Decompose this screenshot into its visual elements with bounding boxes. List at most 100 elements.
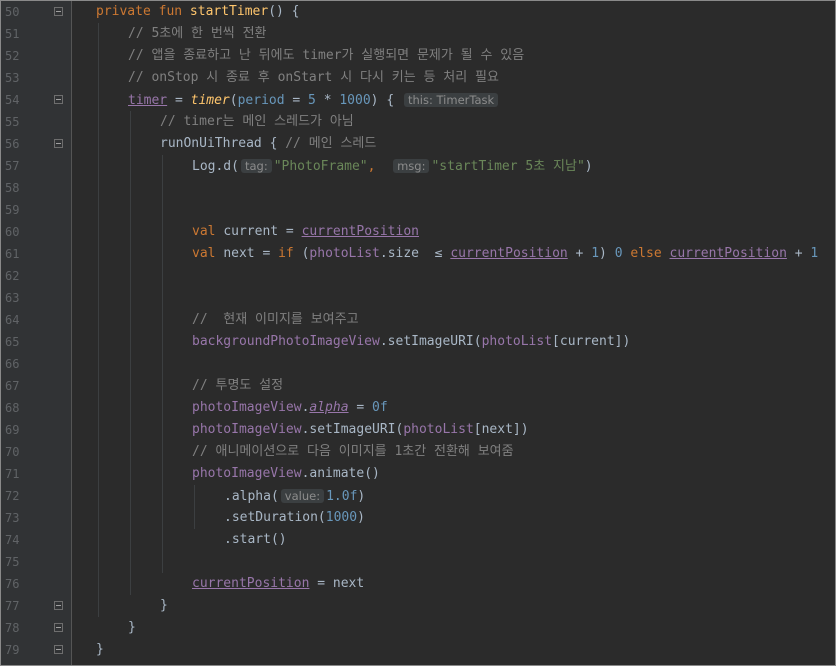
- code-token: startTimer: [189, 4, 269, 19]
- code-line[interactable]: 51 // 5초에 한 번씩 전환: [1, 23, 835, 45]
- code-token: ): [357, 489, 366, 504]
- code-text[interactable]: private fun startTimer() {: [96, 1, 300, 23]
- line-number: 55: [5, 115, 20, 129]
- code-token: currentPosition: [450, 246, 568, 261]
- code-token: .alpha(: [224, 489, 279, 504]
- code-text[interactable]: .start(): [224, 529, 287, 551]
- code-line[interactable]: 55 // timer는 메인 스레드가 아님: [1, 111, 835, 133]
- code-line[interactable]: 61 val next = if (photoList.size ≤ curren…: [1, 243, 835, 265]
- code-line[interactable]: 59: [1, 199, 835, 221]
- code-text[interactable]: // 5초에 한 번씩 전환: [128, 23, 267, 45]
- code-line[interactable]: 57 Log.d(tag: "PhotoFrame", msg: "startTime…: [1, 155, 835, 178]
- line-number: 74: [5, 533, 20, 547]
- code-token: 0: [614, 246, 623, 261]
- code-token: val: [192, 246, 224, 261]
- code-token: .start(): [224, 532, 287, 547]
- code-text[interactable]: photoImageView.animate(): [192, 463, 380, 485]
- code-line[interactable]: 66: [1, 353, 835, 375]
- code-text[interactable]: // 투명도 설정: [192, 375, 283, 397]
- code-line[interactable]: 58: [1, 177, 835, 199]
- code-line[interactable]: 70 // 애니메이션으로 다음 이미지를 1초간 전환해 보여줌: [1, 441, 835, 463]
- code-line[interactable]: 78}: [1, 617, 835, 639]
- code-line[interactable]: 60 val current = currentPosition: [1, 221, 835, 243]
- code-token: // 투명도 설정: [192, 378, 284, 393]
- code-text[interactable]: Log.d(tag: "PhotoFrame", msg: "startTimer …: [192, 155, 593, 178]
- code-text[interactable]: .alpha(value: 1.0f): [224, 485, 365, 508]
- code-token: currentPosition: [669, 246, 787, 261]
- code-line[interactable]: 76 currentPosition = next: [1, 573, 835, 595]
- code-token: .setImageURI(: [301, 422, 404, 437]
- line-number: 54: [5, 93, 20, 107]
- fold-marker-icon[interactable]: [54, 7, 63, 16]
- code-line[interactable]: 56 runOnUiThread { // 메인 스레드: [1, 133, 835, 155]
- code-line[interactable]: 77}: [1, 595, 835, 617]
- code-token: 1000: [325, 510, 358, 525]
- code-token: () {: [268, 4, 300, 19]
- code-token: photoList: [403, 422, 474, 437]
- code-text[interactable]: // 현재 이미지를 보여주고: [192, 309, 359, 331]
- code-text[interactable]: val next = if (photoList.size ≤ currentP…: [192, 243, 818, 265]
- code-text[interactable]: }: [96, 639, 104, 661]
- code-token: 0f: [372, 400, 388, 415]
- code-text[interactable]: timer = timer(period = 5 * 1000) { this:…: [128, 89, 500, 112]
- code-line[interactable]: 68 photoImageView.alpha = 0f: [1, 397, 835, 419]
- code-line[interactable]: 63: [1, 287, 835, 309]
- fold-marker-icon[interactable]: [54, 139, 63, 148]
- fold-marker-icon[interactable]: [54, 601, 63, 610]
- code-token: currentPosition: [192, 576, 310, 591]
- code-token: photoImageView: [192, 400, 302, 415]
- code-text[interactable]: // timer는 메인 스레드가 아님: [160, 111, 354, 133]
- code-text[interactable]: runOnUiThread { // 메인 스레드: [160, 133, 376, 155]
- fold-marker-icon[interactable]: [54, 645, 63, 654]
- code-token: // 앱을 종료하고 난 뒤에도 timer가 실행되면 문제가 될 수 있음: [128, 48, 525, 63]
- line-number: 67: [5, 379, 20, 393]
- code-line[interactable]: 74 .start(): [1, 529, 835, 551]
- fold-marker-icon[interactable]: [54, 95, 63, 104]
- code-text[interactable]: // 애니메이션으로 다음 이미지를 1초간 전환해 보여줌: [192, 441, 514, 463]
- parameter-hint: tag:: [240, 159, 272, 173]
- code-token: 5: [308, 93, 316, 108]
- code-token: else: [622, 246, 670, 261]
- code-token: // onStop 시 종료 후 onStart 시 다시 키는 등 처리 필요: [128, 70, 499, 85]
- code-token: 1: [591, 246, 600, 261]
- code-line[interactable]: 50 private fun startTimer() {: [1, 1, 835, 23]
- code-line[interactable]: 53 // onStop 시 종료 후 onStart 시 다시 키는 등 처리 …: [1, 67, 835, 89]
- code-token: ): [584, 159, 593, 174]
- code-token: *: [315, 93, 340, 108]
- code-line[interactable]: 69 photoImageView.setImageURI(photoList[n…: [1, 419, 835, 441]
- line-number: 60: [5, 225, 20, 239]
- code-line[interactable]: 73 .setDuration(1000): [1, 507, 835, 529]
- code-line[interactable]: 72 .alpha(value: 1.0f): [1, 485, 835, 508]
- fold-marker-icon[interactable]: [54, 623, 63, 632]
- code-line[interactable]: 64 // 현재 이미지를 보여주고: [1, 309, 835, 331]
- code-line[interactable]: 75: [1, 551, 835, 573]
- code-line[interactable]: 79}: [1, 639, 835, 661]
- code-text[interactable]: currentPosition = next: [192, 573, 364, 595]
- code-token: photoList: [481, 334, 553, 349]
- code-text[interactable]: backgroundPhotoImageView.setImageURI(pho…: [192, 331, 630, 353]
- code-token: [next]): [473, 422, 529, 437]
- code-line[interactable]: 62: [1, 265, 835, 287]
- code-editor[interactable]: 50 private fun startTimer() {51// 5초에 한 번…: [0, 0, 836, 666]
- code-line[interactable]: 71 photoImageView.animate(): [1, 463, 835, 485]
- code-token: // 메인 스레드: [285, 136, 377, 151]
- code-line[interactable]: 65 backgroundPhotoImageView.setImageURI(p…: [1, 331, 835, 353]
- line-number: 71: [5, 467, 20, 481]
- code-text[interactable]: // 앱을 종료하고 난 뒤에도 timer가 실행되면 문제가 될 수 있음: [128, 45, 524, 67]
- code-token: +: [786, 246, 811, 261]
- code-text[interactable]: val current = currentPosition: [192, 221, 419, 243]
- code-text[interactable]: }: [128, 617, 136, 639]
- code-token: ) {: [370, 93, 402, 108]
- code-token: alpha: [309, 400, 349, 415]
- line-number: 62: [5, 269, 20, 283]
- code-text[interactable]: photoImageView.setImageURI(photoList[nex…: [192, 419, 529, 441]
- code-line[interactable]: 67 // 투명도 설정: [1, 375, 835, 397]
- code-text[interactable]: }: [160, 595, 168, 617]
- code-text[interactable]: photoImageView.alpha = 0f: [192, 397, 388, 419]
- code-text[interactable]: // onStop 시 종료 후 onStart 시 다시 키는 등 처리 필요: [128, 67, 499, 89]
- line-number: 73: [5, 511, 20, 525]
- code-token: 1: [810, 246, 819, 261]
- code-line[interactable]: 54 timer = timer(period = 5 * 1000) { thi…: [1, 89, 835, 112]
- code-line[interactable]: 52 // 앱을 종료하고 난 뒤에도 timer가 실행되면 문제가 될 수 있…: [1, 45, 835, 67]
- code-text[interactable]: .setDuration(1000): [224, 507, 365, 529]
